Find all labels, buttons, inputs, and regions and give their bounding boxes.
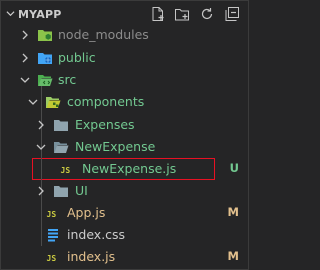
tree-item-label: node_modules xyxy=(58,27,149,42)
svg-text:JS: JS xyxy=(47,254,57,263)
folder-icon xyxy=(53,183,69,199)
explorer-actions xyxy=(150,6,242,24)
git-status-badge: M xyxy=(227,249,239,263)
css-file-icon xyxy=(45,227,61,243)
folder-open-icon xyxy=(53,139,69,155)
tree-item-index-js[interactable]: JS index.js M xyxy=(1,246,248,268)
tree-item-components[interactable]: components xyxy=(1,91,248,113)
new-file-icon[interactable] xyxy=(150,6,166,22)
node-folder-icon xyxy=(37,27,53,43)
git-status-badge: U xyxy=(229,161,239,175)
chevron-down-icon xyxy=(6,8,18,21)
tree-item-label: index.css xyxy=(67,227,126,242)
tree-item-newexpense-js[interactable]: JS NewExpense.js U xyxy=(1,156,248,182)
tree-item-label: public xyxy=(58,50,96,65)
chevron-right-icon xyxy=(19,52,31,64)
refresh-icon[interactable] xyxy=(199,6,215,22)
project-title[interactable]: MYAPP xyxy=(6,8,62,21)
git-status-badge: M xyxy=(227,205,239,219)
tree-item-label: components xyxy=(67,94,145,109)
chevron-right-icon xyxy=(35,185,47,197)
tree-item-label: UI xyxy=(75,183,88,198)
tree-item-index-css[interactable]: index.css xyxy=(1,224,248,246)
collapse-all-icon[interactable] xyxy=(224,6,240,22)
tree-item-app-js[interactable]: JS App.js M xyxy=(1,202,248,224)
folder-icon xyxy=(53,117,69,133)
src-folder-open-icon xyxy=(37,72,53,88)
js-file-icon: JS xyxy=(59,161,75,177)
tree-item-node-modules[interactable]: node_modules xyxy=(1,24,248,46)
public-folder-icon xyxy=(37,50,53,66)
chevron-right-icon xyxy=(35,119,47,131)
tree-item-label: src xyxy=(58,72,77,87)
chevron-down-icon xyxy=(19,74,31,86)
tree-item-label: NewExpense.js xyxy=(82,161,177,176)
tree-item-ui[interactable]: UI xyxy=(1,180,248,202)
tree-item-newexpense[interactable]: NewExpense xyxy=(1,136,248,158)
chevron-down-icon xyxy=(35,141,47,153)
js-file-icon: JS xyxy=(45,205,61,221)
js-file-icon: JS xyxy=(45,249,61,265)
tree-item-src[interactable]: src xyxy=(1,69,248,91)
tree-item-label: Expenses xyxy=(75,117,135,132)
tree-item-expenses[interactable]: Expenses xyxy=(1,114,248,136)
chevron-right-icon xyxy=(19,29,31,41)
explorer-panel: MYAPP node_modules public src components… xyxy=(0,0,249,270)
components-folder-open-icon xyxy=(45,94,61,110)
tree-item-label: NewExpense xyxy=(75,139,156,154)
tree-item-label: App.js xyxy=(67,205,106,220)
indent-guide xyxy=(41,156,42,182)
chevron-down-icon xyxy=(27,96,39,108)
svg-text:JS: JS xyxy=(61,166,71,175)
tree-item-public[interactable]: public xyxy=(1,47,248,69)
svg-text:JS: JS xyxy=(47,210,57,219)
new-folder-icon[interactable] xyxy=(174,6,190,22)
tree-item-label: index.js xyxy=(67,249,116,264)
project-title-label: MYAPP xyxy=(18,8,62,21)
